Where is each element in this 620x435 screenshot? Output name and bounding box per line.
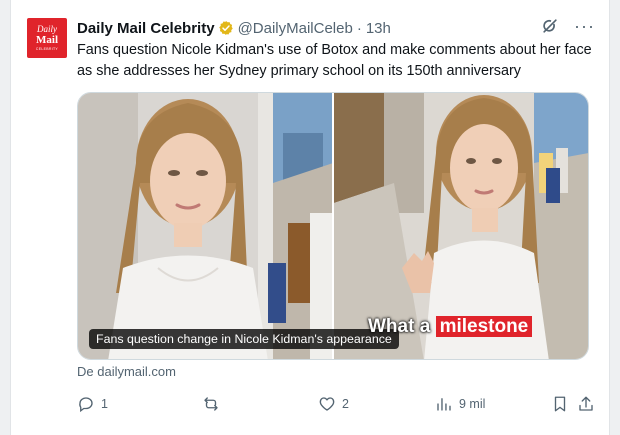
- tweet-header: Daily Mail Celebrity @DailyMailCeleb · 1…: [77, 18, 391, 38]
- display-name[interactable]: Daily Mail Celebrity: [77, 20, 215, 37]
- tweet-text: Fans question Nicole Kidman's use of Bot…: [77, 42, 592, 79]
- views-icon: [437, 398, 451, 411]
- account-handle[interactable]: @DailyMailCeleb: [238, 20, 353, 37]
- share-button[interactable]: [577, 392, 595, 416]
- overlay-text-plain: What a: [368, 316, 431, 337]
- views-button[interactable]: 9 mil: [435, 392, 485, 416]
- like-button[interactable]: 2: [318, 392, 349, 416]
- more-icon[interactable]: ···: [574, 16, 595, 36]
- view-count: 9 mil: [459, 397, 486, 411]
- verified-badge-icon[interactable]: [218, 20, 234, 36]
- top-icons: ···: [540, 16, 595, 36]
- share-icon: [579, 396, 593, 411]
- video-frame-left[interactable]: [78, 93, 332, 359]
- repost-button[interactable]: [202, 392, 226, 416]
- bookmark-button[interactable]: [551, 392, 569, 416]
- avatar-line3: CELEBRITY: [35, 46, 59, 51]
- video-overlay-text: What a milestone: [368, 312, 533, 342]
- repost-icon: [204, 397, 218, 411]
- timestamp[interactable]: 13h: [366, 20, 391, 37]
- avatar[interactable]: Daily Mail CELEBRITY: [27, 18, 67, 58]
- separator-dot: ·: [356, 19, 362, 37]
- avatar-line2: Mail: [36, 33, 58, 46]
- tweet-card[interactable]: Daily Mail CELEBRITY Daily Mail Celebrit…: [10, 0, 610, 435]
- source-link[interactable]: De dailymail.com: [77, 364, 176, 379]
- overlay-text-highlight: milestone: [435, 316, 533, 337]
- action-bar: 1 2 9 mil: [77, 392, 597, 416]
- grok-icon[interactable]: [540, 16, 560, 36]
- reply-icon: [79, 397, 93, 413]
- like-count: 2: [342, 397, 349, 411]
- like-icon: [319, 397, 335, 411]
- reply-count: 1: [101, 397, 108, 411]
- reply-button[interactable]: 1: [77, 392, 108, 416]
- bookmark-icon: [554, 396, 566, 412]
- avatar-line1: Daily: [37, 23, 57, 34]
- video-frame-left-image: [78, 93, 332, 359]
- video-caption: Fans question change in Nicole Kidman's …: [89, 329, 399, 349]
